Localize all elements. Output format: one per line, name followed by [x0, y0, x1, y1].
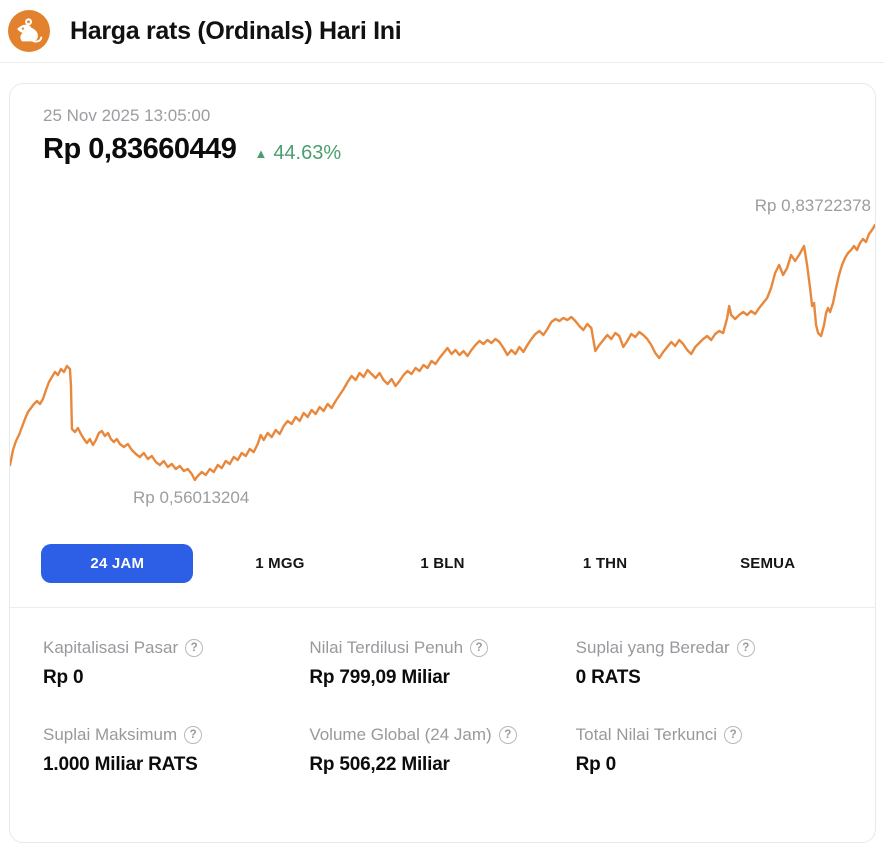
price-change-percent: 44.63% — [273, 142, 341, 165]
stat-label: Total Nilai Terkunci — [576, 725, 717, 745]
time-range-1-thn[interactable]: 1 THN — [583, 544, 627, 583]
up-arrow-icon: ▲ — [254, 147, 267, 160]
time-range-1-bln[interactable]: 1 BLN — [420, 544, 464, 583]
time-range-24-jam[interactable]: 24 JAM — [41, 544, 193, 583]
stat-label: Suplai yang Beredar — [576, 638, 730, 658]
stat-label: Nilai Terdilusi Penuh — [309, 638, 463, 658]
rat-icon — [8, 10, 50, 52]
stat-global-volume: Volume Global (24 Jam) ? Rp 506,22 Milia… — [309, 725, 575, 776]
price-card: 25 Nov 2025 13:05:00 Rp 0,83660449 ▲ 44.… — [9, 83, 876, 843]
page-header: Harga rats (Ordinals) Hari Ini — [0, 0, 884, 63]
stats-grid: Kapitalisasi Pasar ? Rp 0 Nilai Terdilus… — [10, 608, 875, 776]
stat-label: Kapitalisasi Pasar — [43, 638, 178, 658]
time-range-selector: 24 JAM 1 MGG 1 BLN 1 THN SEMUA — [36, 544, 849, 583]
stat-max-supply: Suplai Maksimum ? 1.000 Miliar RATS — [43, 725, 309, 776]
help-icon[interactable]: ? — [470, 639, 488, 657]
stat-value: 0 RATS — [576, 667, 842, 689]
stat-value: Rp 0 — [43, 667, 309, 689]
stat-value: Rp 0 — [576, 754, 842, 776]
time-range-semua[interactable]: SEMUA — [740, 544, 795, 583]
stat-fully-diluted: Nilai Terdilusi Penuh ? Rp 799,09 Miliar — [309, 638, 575, 689]
help-icon[interactable]: ? — [184, 726, 202, 744]
help-icon[interactable]: ? — [499, 726, 517, 744]
chart-high-label: Rp 0,83722378 — [755, 196, 871, 216]
stat-label: Volume Global (24 Jam) — [309, 725, 491, 745]
help-icon[interactable]: ? — [724, 726, 742, 744]
stat-market-cap: Kapitalisasi Pasar ? Rp 0 — [43, 638, 309, 689]
price-chart-svg[interactable] — [10, 178, 875, 528]
help-icon[interactable]: ? — [185, 639, 203, 657]
time-range-1-mgg[interactable]: 1 MGG — [255, 544, 304, 583]
help-icon[interactable]: ? — [737, 639, 755, 657]
price-line — [10, 225, 875, 480]
stat-value: Rp 799,09 Miliar — [309, 667, 575, 689]
stat-value: 1.000 Miliar RATS — [43, 754, 309, 776]
page-title: Harga rats (Ordinals) Hari Ini — [70, 17, 401, 46]
current-price: Rp 0,83660449 — [43, 133, 236, 166]
price-chart[interactable]: Rp 0,83722378 Rp 0,56013204 — [10, 178, 875, 528]
price-timestamp: 25 Nov 2025 13:05:00 — [43, 106, 842, 126]
chart-low-label: Rp 0,56013204 — [133, 488, 249, 508]
stat-circulating-supply: Suplai yang Beredar ? 0 RATS — [576, 638, 842, 689]
stat-label: Suplai Maksimum — [43, 725, 177, 745]
price-change: ▲ 44.63% — [254, 142, 341, 165]
stat-total-value-locked: Total Nilai Terkunci ? Rp 0 — [576, 725, 842, 776]
stat-value: Rp 506,22 Miliar — [309, 754, 575, 776]
